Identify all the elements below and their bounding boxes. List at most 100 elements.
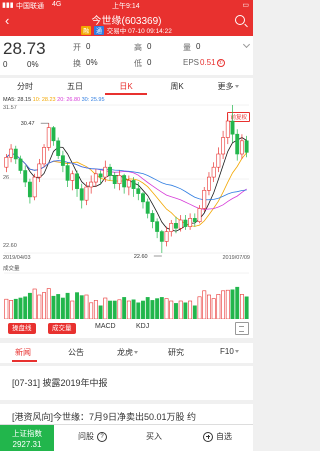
bottom-bar: 上证指数 2927.31 问股? 买入 自选 [0,424,253,451]
high-marker-label: 30.47 [21,121,35,127]
eps-value[interactable]: 0.51 ① [200,58,225,67]
kline-chart[interactable]: MA5: 28.15 10: 28.23 20: 26.80 30: 25.95… [0,95,253,337]
tab-f10[interactable]: F10 [220,347,239,356]
tab-news[interactable]: 新闻 [15,347,31,358]
news-tabs: 新闻 公告 龙虎 研究 F10 [0,343,253,363]
volume-bar [131,299,136,319]
candle-body [79,188,84,201]
network-label: 4G [52,1,62,8]
index-ticker[interactable]: 上证指数 2927.31 [0,425,54,451]
price-change: 0 [3,60,8,69]
tab-five-day[interactable]: 五日 [50,78,100,95]
tab-weekly-k[interactable]: 周K [152,78,202,95]
volume-bar [225,289,230,319]
tab-more[interactable]: 更多 [203,78,253,95]
candle-body [192,218,197,222]
period-tabs: 分时 五日 日K 周K 更多 [0,78,253,95]
volume-bar [221,290,226,319]
volume-bar [84,294,89,319]
candle-body [244,140,249,153]
volume-button[interactable]: 成交量 [48,323,76,334]
volume-bar [93,300,98,319]
candle-body [178,219,183,229]
volume-bar [174,303,178,319]
high-value: 0 [147,42,152,51]
ask-button[interactable]: 问股? [78,431,107,442]
eps-number: 0.51 [200,58,216,67]
chevron-down-icon[interactable] [242,40,251,49]
candle-body [126,180,131,188]
info-circle-icon: ① [216,58,225,67]
caret-down-icon [134,351,138,355]
volume-bar [230,289,235,319]
caret-down-icon [234,350,239,354]
volume-bar [60,297,65,319]
candle-body [221,137,226,155]
operating-line-button[interactable]: 操盘线 [8,323,36,334]
volume-bar [112,300,117,319]
volume-bar [136,302,141,319]
kdj-tab[interactable]: KDJ [136,323,149,330]
volume-value: 0 [196,42,201,51]
add-watchlist-button[interactable]: 自选 [203,431,232,442]
candle-body [225,120,230,138]
candle-body [18,158,23,171]
volume-bar [188,300,193,319]
trading-time: 交易中 07-10 09:14:22 [106,28,172,35]
candle-body [89,181,94,188]
caret-down-icon [234,85,239,89]
volume-bar [117,299,122,319]
search-icon[interactable] [235,15,245,25]
question-circle-icon: ? [97,431,107,442]
index-value: 2927.31 [12,440,42,449]
stock-header: ‹ 今世缘(603369) 融 通 交易中 07-10 09:14:22 [0,10,253,36]
tab-research[interactable]: 研究 [168,347,184,358]
turnover-label: 换 [73,59,81,68]
high-label: 高 [134,43,142,52]
candle-body [183,219,188,227]
volume-bar [4,298,9,319]
volume-bar [216,294,221,319]
news-item-text: [07-31] 披露2019年中报 [12,378,108,388]
connect-badge: 通 [93,26,104,35]
candle-body [117,175,122,185]
volume-bar [122,297,127,319]
candle-body [42,147,46,165]
tab-dragon-tiger[interactable]: 龙虎 [117,347,138,358]
candle-body [197,208,202,222]
tab-intraday[interactable]: 分时 [0,78,50,95]
candle-body [60,155,65,166]
news-item[interactable]: [港资风向]今世缘：7月9日净卖出50.01万股 约 [0,404,253,424]
buy-button[interactable]: 买入 [146,431,162,442]
volume-bar [56,294,61,319]
indicator-settings-icon[interactable] [235,322,249,335]
active-news-tab-indicator [12,360,37,362]
candle-body [103,166,108,178]
volume-bar [207,294,211,319]
volume-bar [178,300,183,319]
candle-body [211,166,216,178]
volume-bar [75,292,79,319]
index-name: 上证指数 [12,429,42,438]
volume-bar [13,298,18,319]
candle-body [46,127,51,148]
ask-label: 问股 [78,432,94,441]
margin-badge: 融 [81,26,92,35]
candle-body [164,231,169,242]
tab-announcements[interactable]: 公告 [68,347,84,358]
news-item-text: [港资风向]今世缘：7月9日净卖出50.01万股 约 [12,412,197,422]
candle-body [188,218,193,227]
news-item[interactable]: [07-31] 披露2019年中报 [0,366,253,400]
low-marker-label: 22.60 [134,254,148,260]
quote-panel: 28.73 0 0% 开 0 换 0% 高 0 低 0 量 0 EPS 0.51… [0,36,253,75]
volume-bar [108,300,112,319]
candle-body [216,153,221,168]
candle-body [141,193,145,203]
candle-body [159,231,164,242]
volume-bar [239,294,244,319]
indicator-toolbar: 操盘线 成交量 MACD KDJ [0,320,253,338]
candle-body [13,148,18,160]
macd-tab[interactable]: MACD [95,323,116,330]
volume-bar [18,297,23,319]
volume-bar [89,302,94,319]
